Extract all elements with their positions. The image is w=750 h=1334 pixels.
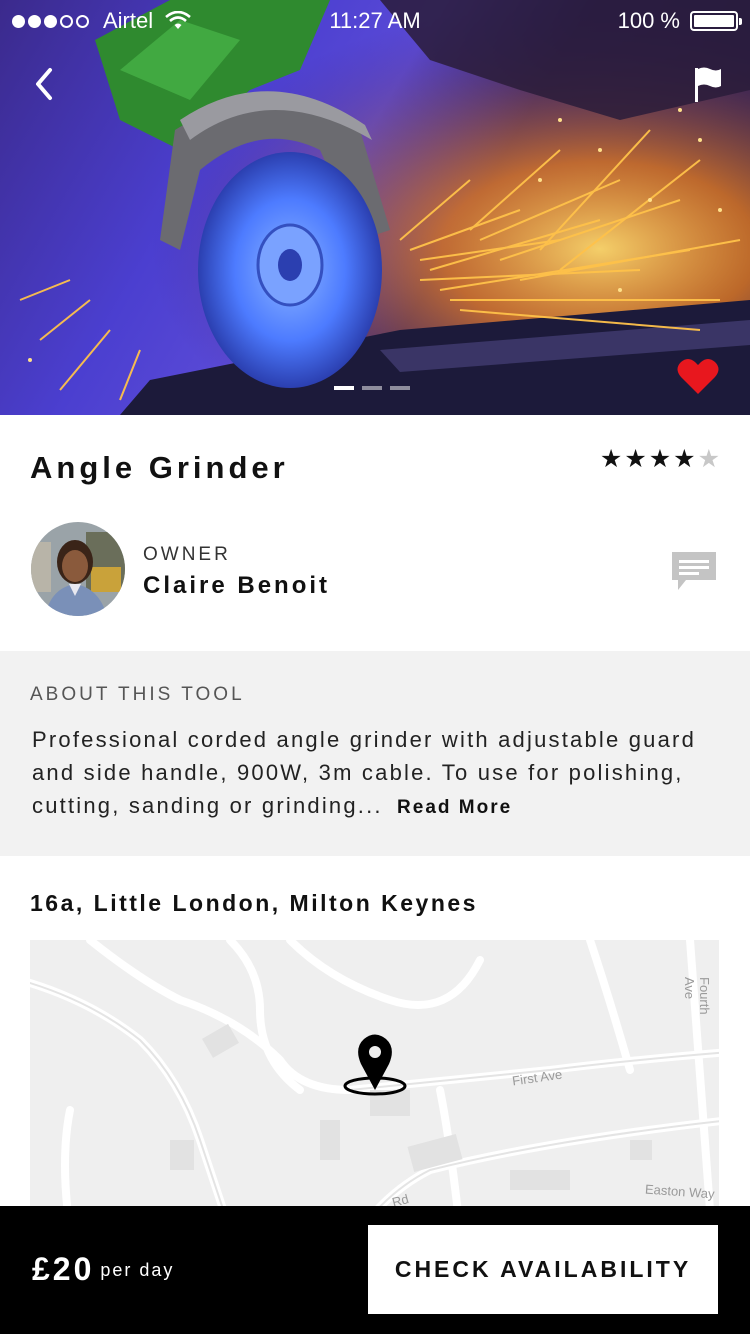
image-pager[interactable] <box>334 386 410 390</box>
rating-stars: ★ ★ ★ ★ ★ <box>600 447 720 472</box>
star-icon: ★ <box>624 445 647 473</box>
star-empty-icon: ★ <box>697 445 720 473</box>
owner-avatar[interactable] <box>31 522 125 616</box>
angle-grinder-photo <box>0 0 750 415</box>
favorite-heart-icon[interactable] <box>676 356 720 396</box>
pager-dot-2[interactable] <box>362 386 382 390</box>
location-pin-icon[interactable] <box>342 1032 408 1098</box>
owner-name[interactable]: Claire Benoit <box>143 572 330 600</box>
read-more-link[interactable]: Read More <box>397 797 512 818</box>
report-flag-icon[interactable] <box>692 64 724 104</box>
location-map[interactable]: First Ave Fourth Ave Easton Way Rd <box>30 940 719 1210</box>
status-bar: Airtel 11:27 AM 100 % <box>0 0 750 40</box>
star-icon: ★ <box>673 445 696 473</box>
owner-label: OWNER <box>143 544 231 565</box>
price: £20 per day <box>32 1251 174 1288</box>
about-section: ABOUT THIS TOOL Professional corded angl… <box>0 651 750 856</box>
about-text: Professional corded angle grinder with a… <box>32 727 697 818</box>
status-right: 100 % <box>617 8 742 34</box>
about-heading: ABOUT THIS TOOL <box>30 684 245 705</box>
about-description: Professional corded angle grinder with a… <box>32 723 732 824</box>
price-amount: £20 <box>32 1251 95 1287</box>
price-unit: per day <box>100 1260 175 1280</box>
star-icon: ★ <box>599 445 623 473</box>
booking-footer: £20 per day CHECK AVAILABILITY <box>0 1206 750 1334</box>
address-heading: 16a, Little London, Milton Keynes <box>30 890 478 916</box>
star-icon: ★ <box>648 445 672 473</box>
pager-dot-3[interactable] <box>390 386 410 390</box>
check-availability-button[interactable]: CHECK AVAILABILITY <box>368 1225 718 1314</box>
back-chevron-icon[interactable] <box>26 62 66 106</box>
battery-icon <box>690 11 742 31</box>
message-owner-icon[interactable] <box>670 550 718 592</box>
hero-image[interactable]: Airtel 11:27 AM 100 % <box>0 0 750 415</box>
map-label-fourth-ave: Fourth Ave <box>682 977 712 1015</box>
pager-dot-1[interactable] <box>334 386 354 390</box>
battery-percent: 100 % <box>617 8 680 33</box>
tool-title: Angle Grinder <box>30 450 289 485</box>
